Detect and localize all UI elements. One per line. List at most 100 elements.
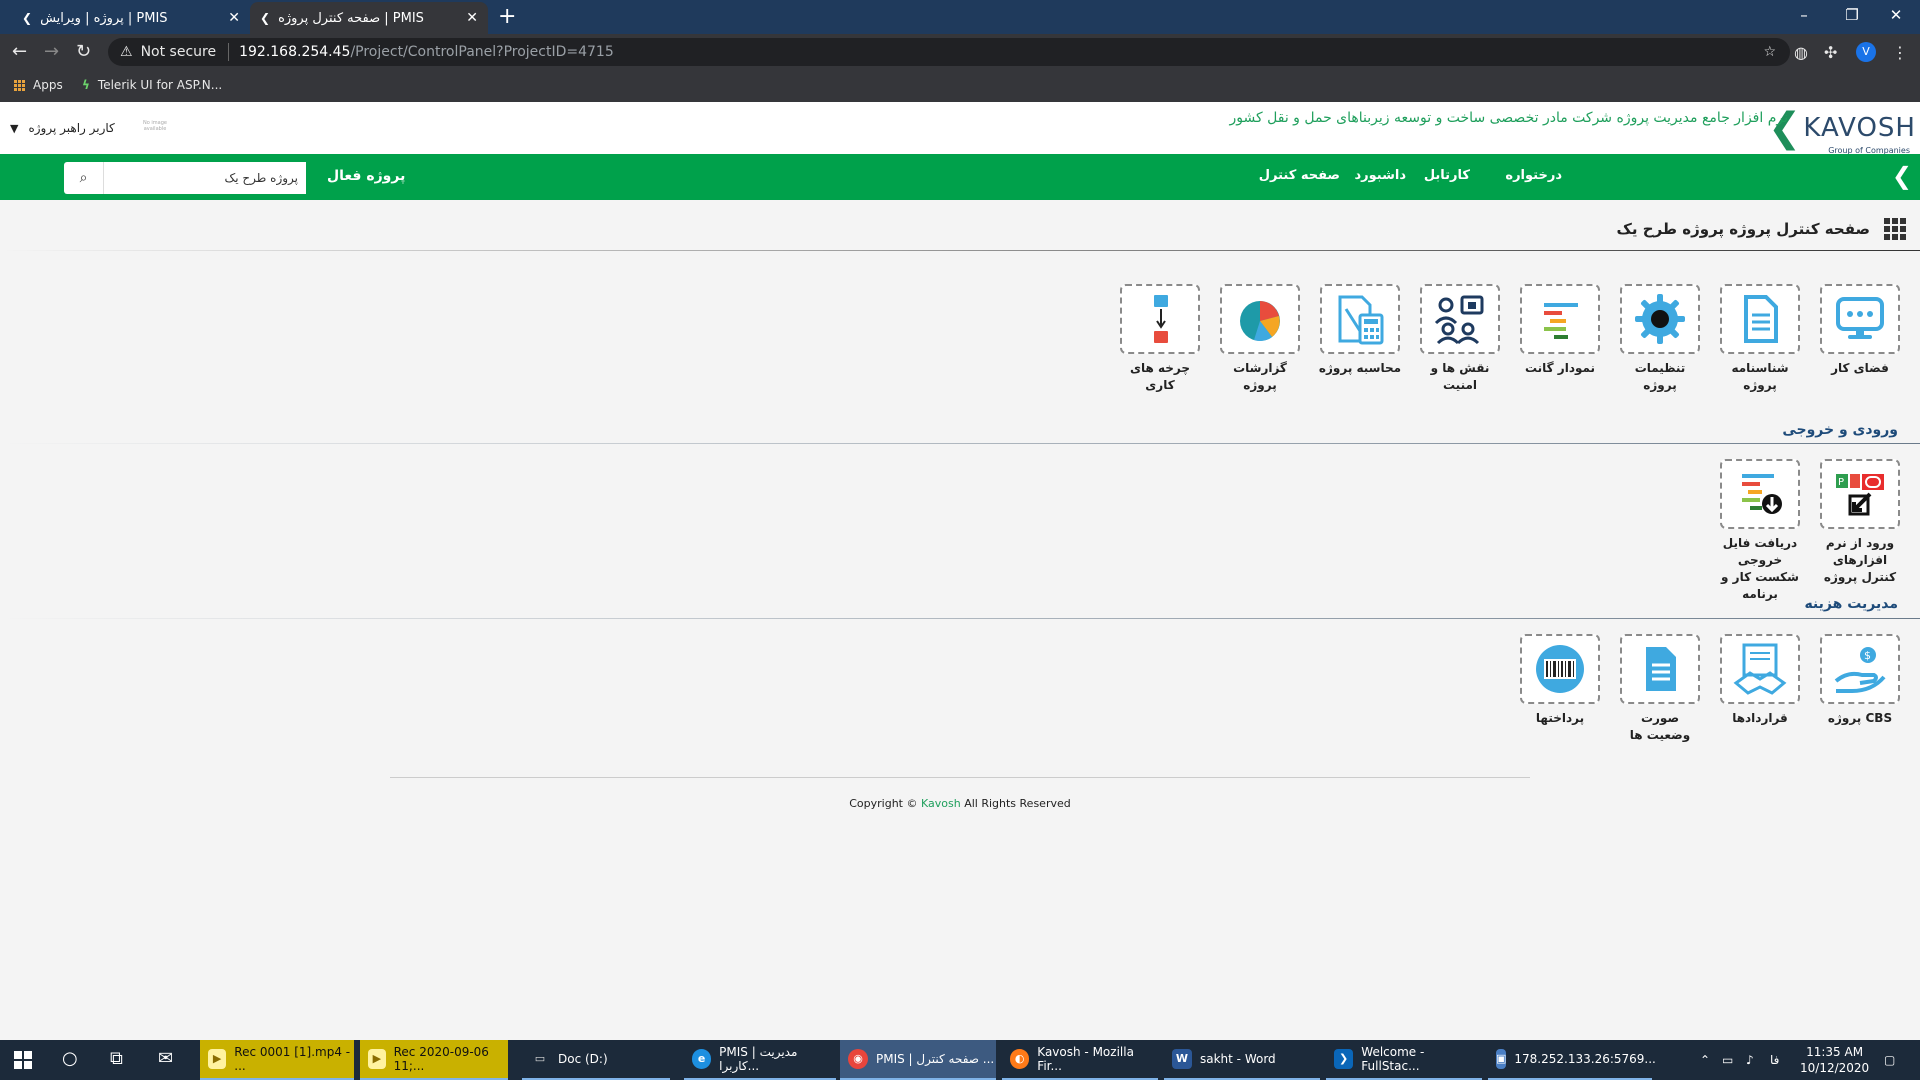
page-title: صفحه کنترل پروژه پروژه طرح یک xyxy=(1616,220,1870,238)
kavosh-link[interactable]: Kavosh xyxy=(921,797,961,810)
copyright-suffix: All Rights Reserved xyxy=(964,797,1071,810)
clock-time: 11:35 AM xyxy=(1806,1045,1864,1059)
tile-label: تنظیمات پروژه xyxy=(1634,361,1686,392)
bookmark-telerik[interactable]: ϟ Telerik UI for ASP.N... xyxy=(82,78,222,92)
taskbar-app-rec0001[interactable]: ▶ Rec 0001 [1].mp4 - ... xyxy=(200,1040,354,1080)
bookmark-star-icon[interactable]: ☆ xyxy=(1763,44,1776,60)
tile-label: شناسنامه پروژه xyxy=(1731,361,1789,392)
address-bar[interactable]: ⚠ Not secure 192.168.254.45 /Project/Con… xyxy=(108,38,1790,66)
network-icon[interactable]: ▭ xyxy=(1722,1053,1733,1067)
taskbar-app-edge-pmis[interactable]: e PMIS | مدیریت کاربرا... xyxy=(684,1040,836,1080)
user-menu[interactable]: ▼ کاربر راهبر پروژه xyxy=(10,121,115,135)
tile-label: CBS پروژه xyxy=(1827,711,1893,725)
svg-text:P: P xyxy=(1838,477,1844,488)
tile-statements[interactable]: صورت وضعیت ها xyxy=(1618,634,1702,744)
taskbar-app-remote-desktop[interactable]: ▣ 178.252.133.26:5769... xyxy=(1488,1040,1656,1080)
tile-label: قراردادها xyxy=(1732,711,1788,725)
new-tab-button[interactable]: + xyxy=(498,4,516,29)
kebab-menu-icon[interactable]: ⋮ xyxy=(1892,43,1908,62)
firefox-icon: ◐ xyxy=(1010,1049,1030,1069)
tile-project-reports[interactable]: گزارشات پروژه xyxy=(1218,284,1302,394)
taskbar-app-label: Doc (D:) xyxy=(558,1052,608,1066)
back-arrow-icon[interactable]: ← xyxy=(12,41,27,62)
browser-tab-control-panel[interactable]: ❮ صفحه کنترل پروژه | PMIS ✕ xyxy=(250,2,488,34)
tile-download-wbs-output[interactable]: دریافت فایل خروجی شکست کار و برنامه xyxy=(1718,459,1802,603)
tile-import-pm-software[interactable]: P ورود از نرم افزارهای کنترل پروژه xyxy=(1818,459,1902,586)
close-icon[interactable]: ✕ xyxy=(466,10,478,26)
profile-avatar[interactable]: V xyxy=(1856,42,1876,62)
active-project-label: پروژه فعال xyxy=(327,168,406,184)
browser-tab-strip: ❮ پروژه | ویرایش | PMIS ✕ ❮ صفحه کنترل پ… xyxy=(0,0,1920,34)
money-hand-icon: $ xyxy=(1834,647,1886,693)
search-icon[interactable]: ⌕ xyxy=(64,162,104,194)
taskbar-app-label: PMIS | صفحه کنترل ... xyxy=(876,1052,995,1066)
nav-item-tree[interactable]: درختواره xyxy=(1505,168,1562,183)
media-player-icon: ▶ xyxy=(208,1049,227,1069)
restore-button[interactable]: ❐ xyxy=(1832,2,1872,28)
taskbar-app-label: Rec 2020-09-06 11;... xyxy=(393,1045,489,1073)
windows-start-icon[interactable] xyxy=(14,1051,32,1069)
mail-icon[interactable]: ✉ xyxy=(158,1048,173,1069)
bookmark-apps[interactable]: Apps xyxy=(14,78,63,92)
tile-contracts[interactable]: قراردادها xyxy=(1718,634,1802,727)
chevron-up-icon[interactable]: ⌃ xyxy=(1700,1053,1710,1067)
cortana-search-icon[interactable]: ○ xyxy=(62,1048,78,1069)
logo-text: KAVOSH xyxy=(1803,113,1916,143)
browser-tab-edit-project[interactable]: ❮ پروژه | ویرایش | PMIS ✕ xyxy=(12,2,250,34)
url-path: /Project/ControlPanel?ProjectID=4715 xyxy=(350,44,614,60)
nav-item-control-panel[interactable]: صفحه کنترل xyxy=(1259,168,1340,183)
notification-icon[interactable]: ▢ xyxy=(1884,1053,1895,1067)
divider xyxy=(228,43,230,61)
taskbar-app-word[interactable]: W sakht - Word xyxy=(1164,1040,1320,1080)
puzzle-extension-icon[interactable]: ✣ xyxy=(1824,43,1837,62)
kavosh-favicon: ❮ xyxy=(260,11,271,25)
taskbar-app-rec2020[interactable]: ▶ Rec 2020-09-06 11;... xyxy=(360,1040,508,1080)
bookmarks-bar: Apps ϟ Telerik UI for ASP.N... xyxy=(0,70,1920,102)
reload-icon[interactable]: ↻ xyxy=(76,41,91,62)
volume-icon[interactable]: ♪ xyxy=(1746,1053,1754,1067)
divider xyxy=(390,777,1530,778)
section-title-io: ورودی و خروجی xyxy=(1782,422,1898,438)
windows-taskbar: ○ ⧉ ✉ ▶ Rec 0001 [1].mp4 - ... ▶ Rec 202… xyxy=(0,1040,1920,1080)
media-player-icon: ▶ xyxy=(368,1049,386,1069)
forward-arrow-icon[interactable]: → xyxy=(44,41,59,62)
taskbar-clock[interactable]: 11:35 AM 10/12/2020 xyxy=(1800,1044,1869,1076)
tile-label: ورود از نرم افزارهای کنترل پروژه xyxy=(1823,536,1897,584)
tile-project-profile[interactable]: شناسنامه پروژه xyxy=(1718,284,1802,394)
task-view-icon[interactable]: ⧉ xyxy=(110,1048,123,1069)
gantt-icon xyxy=(1544,303,1578,339)
tile-gantt-chart[interactable]: نمودار گانت xyxy=(1518,284,1602,377)
taskbar-app-firefox[interactable]: ◐ Kavosh - Mozilla Fir... xyxy=(1002,1040,1158,1080)
tile-label: نمودار گانت xyxy=(1524,361,1596,375)
tile-project-cbs[interactable]: $ CBS پروژه xyxy=(1818,634,1902,727)
chevron-down-icon: ▼ xyxy=(10,121,19,135)
globe-extension-icon[interactable]: ◍ xyxy=(1794,43,1808,62)
apps-grid-icon[interactable] xyxy=(1884,218,1906,240)
gear-icon xyxy=(1635,294,1685,344)
tile-workspace[interactable]: فضای کار xyxy=(1818,284,1902,377)
nav-collapse-chevron-icon[interactable]: ❮ xyxy=(1892,162,1912,190)
kavosh-favicon: ❮ xyxy=(22,11,33,25)
tile-payments[interactable]: پرداختها xyxy=(1518,634,1602,727)
tile-project-settings[interactable]: تنظیمات پروژه xyxy=(1618,284,1702,394)
tile-roles-security[interactable]: نقش ها و امنیت xyxy=(1418,284,1502,394)
taskbar-app-doc-drive[interactable]: ▭ Doc (D:) xyxy=(522,1040,670,1080)
kavosh-logo[interactable]: ❮ KAVOSH Group of Companies xyxy=(1768,108,1916,155)
tile-project-calculation[interactable]: محاسبه پروژه xyxy=(1318,284,1402,377)
input-language[interactable]: فا xyxy=(1770,1053,1779,1067)
taskbar-app-chrome-pmis[interactable]: ◉ PMIS | صفحه کنترل ... xyxy=(840,1040,996,1080)
drive-icon: ▭ xyxy=(534,1052,546,1065)
download-gantt-icon xyxy=(1742,474,1782,514)
word-icon: W xyxy=(1172,1049,1192,1069)
taskbar-app-vscode[interactable]: ❯ Welcome - FullStac... xyxy=(1326,1040,1482,1080)
minimize-button[interactable]: – xyxy=(1784,2,1824,28)
tile-workflows[interactable]: چرخه های کاری xyxy=(1118,284,1202,394)
nav-item-cartable[interactable]: کارتابل xyxy=(1424,168,1470,183)
clock-date: 10/12/2020 xyxy=(1800,1061,1870,1075)
close-icon[interactable]: ✕ xyxy=(228,10,240,26)
nav-item-dashboard[interactable]: داشبورد xyxy=(1354,168,1406,183)
taskbar-app-label: Welcome - FullStac... xyxy=(1361,1045,1425,1073)
close-window-button[interactable]: ✕ xyxy=(1876,2,1916,28)
warning-icon: ⚠ xyxy=(120,44,133,60)
project-search-input[interactable] xyxy=(104,162,306,194)
